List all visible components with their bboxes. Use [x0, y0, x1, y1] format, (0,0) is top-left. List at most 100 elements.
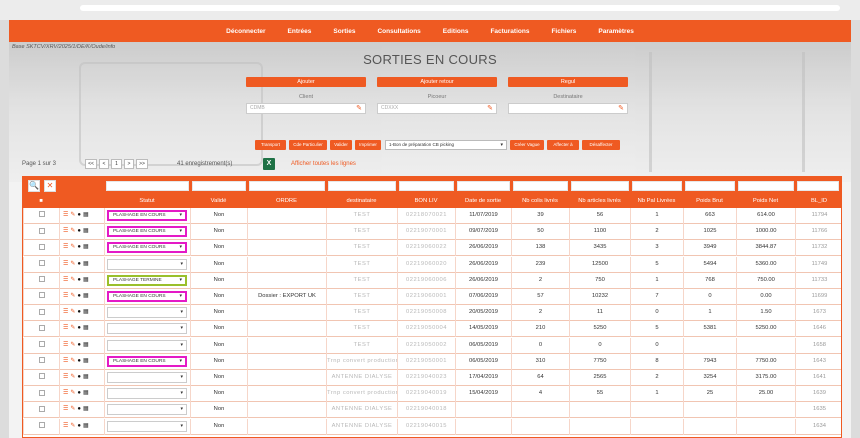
table-row[interactable]: ☰ ✎ ● ▦ ▾ Non Trnp convert production 022190400… — [23, 386, 841, 403]
edit-icon[interactable]: ✎ — [70, 370, 75, 385]
row-checkbox[interactable] — [38, 422, 45, 429]
grid-icon[interactable]: ▦ — [83, 305, 89, 320]
table-row[interactable]: ☰ ✎ ● ▦ PLASHAGE EN COURS ▾ Non Trnp convert pr… — [23, 353, 841, 370]
prev-page-button[interactable]: < — [99, 159, 109, 169]
edit-icon[interactable]: ✎ — [70, 240, 75, 255]
nav-sorties[interactable]: Sorties — [322, 28, 366, 35]
row-checkbox[interactable] — [38, 357, 45, 364]
info-icon[interactable]: ● — [77, 321, 81, 336]
search-icon[interactable]: 🔍 — [28, 180, 40, 192]
list-icon[interactable]: ☰ — [63, 354, 68, 369]
pencil-icon[interactable]: ✎ — [487, 105, 493, 113]
grid-icon[interactable]: ▦ — [83, 386, 89, 401]
info-icon[interactable]: ● — [77, 224, 81, 239]
next-page-button[interactable]: > — [124, 159, 134, 169]
list-icon[interactable]: ☰ — [63, 386, 68, 401]
first-page-button[interactable]: << — [85, 159, 97, 169]
edit-icon[interactable]: ✎ — [70, 289, 75, 304]
statut-select[interactable]: ▾ — [107, 323, 187, 335]
filter-colis-input[interactable] — [513, 181, 568, 191]
list-icon[interactable]: ☰ — [63, 224, 68, 239]
filter-destinataire-input[interactable] — [328, 181, 396, 191]
header-valide[interactable]: Validé — [190, 195, 247, 208]
grid-icon[interactable]: ▦ — [83, 224, 89, 239]
list-icon[interactable]: ☰ — [63, 273, 68, 288]
filter-net-input[interactable] — [738, 181, 794, 191]
grid-icon[interactable]: ▦ — [83, 321, 89, 336]
nav-entrees[interactable]: Entrées — [277, 28, 323, 35]
grid-icon[interactable]: ▦ — [83, 370, 89, 385]
statut-select[interactable]: ▾ — [107, 307, 187, 319]
filter-ordre-input[interactable] — [249, 181, 325, 191]
statut-select[interactable]: PLASHAGE EN COURS ▾ — [107, 226, 187, 238]
row-checkbox[interactable] — [38, 227, 45, 234]
statut-select[interactable]: PLASHAGE EN COURS ▾ — [107, 355, 187, 367]
info-icon[interactable]: ● — [77, 402, 81, 417]
nav-fichiers[interactable]: Fichiers — [540, 28, 587, 35]
header-blid[interactable]: BL_ID — [795, 195, 841, 208]
list-icon[interactable]: ☰ — [63, 257, 68, 272]
page-number-input[interactable]: 1 — [111, 159, 122, 169]
nav-editions[interactable]: Editions — [432, 28, 480, 35]
creer-vague-button[interactable]: Créer Vague — [510, 140, 544, 150]
edit-icon[interactable]: ✎ — [70, 321, 75, 336]
header-statut[interactable]: Statut — [104, 195, 190, 208]
grid-icon[interactable]: ▦ — [83, 240, 89, 255]
statut-select[interactable]: PLASHAGE EN COURS ▾ — [107, 291, 187, 302]
grid-icon[interactable]: ▦ — [83, 402, 89, 417]
header-date[interactable]: Date de sortie — [455, 195, 511, 208]
header-select-all[interactable]: ■ — [23, 195, 59, 208]
destinataire-input[interactable]: ✎ — [508, 103, 628, 114]
affecter-button[interactable]: Affecter à — [547, 140, 579, 150]
header-colis[interactable]: Nb colis livrés — [511, 195, 569, 208]
close-icon[interactable]: ✕ — [44, 180, 56, 192]
row-checkbox[interactable] — [38, 341, 45, 348]
pencil-icon[interactable]: ✎ — [618, 105, 624, 113]
edit-icon[interactable]: ✎ — [70, 338, 75, 353]
filter-date-input[interactable] — [457, 181, 510, 191]
statut-select[interactable]: ▾ — [107, 339, 187, 351]
table-row[interactable]: ☰ ✎ ● ▦ ▾ Non TEST 02219050004 14/05/2019 210 5250… — [23, 321, 841, 338]
edit-icon[interactable]: ✎ — [70, 257, 75, 272]
row-checkbox[interactable] — [38, 373, 45, 380]
filter-valide-input[interactable] — [192, 181, 246, 191]
row-checkbox[interactable] — [38, 405, 45, 412]
info-icon[interactable]: ● — [77, 305, 81, 320]
picoeur-input[interactable]: CDXXX ✎ — [377, 103, 497, 114]
statut-select[interactable]: ▾ — [107, 258, 187, 270]
header-pal[interactable]: Nb Pal Livrées — [630, 195, 683, 208]
row-checkbox[interactable] — [38, 243, 45, 250]
ajouter-button[interactable]: Ajouter — [246, 77, 366, 87]
nav-consultations[interactable]: Consultations — [366, 28, 431, 35]
statut-select[interactable]: ▾ — [107, 420, 187, 432]
filter-blid-input[interactable] — [797, 181, 839, 191]
excel-icon[interactable]: X — [263, 158, 275, 170]
row-checkbox[interactable] — [38, 389, 45, 396]
list-icon[interactable]: ☰ — [63, 338, 68, 353]
info-icon[interactable]: ● — [77, 338, 81, 353]
list-icon[interactable]: ☰ — [63, 240, 68, 255]
table-row[interactable]: ☰ ✎ ● ▦ ▾ Non TEST 02219050002 06/05/2019 0 0 0 1658 — [23, 337, 841, 354]
row-checkbox[interactable] — [38, 308, 45, 315]
filter-brut-input[interactable] — [685, 181, 735, 191]
grid-icon[interactable]: ▦ — [83, 208, 89, 223]
statut-select[interactable]: PLASHAGE EN COURS ▾ — [107, 242, 187, 254]
row-checkbox[interactable] — [38, 292, 45, 299]
edit-icon[interactable]: ✎ — [70, 402, 75, 417]
row-checkbox[interactable] — [38, 211, 45, 218]
address-bar[interactable] — [80, 5, 840, 11]
info-icon[interactable]: ● — [77, 354, 81, 369]
grid-icon[interactable]: ▦ — [83, 273, 89, 288]
table-row[interactable]: ☰ ✎ ● ▦ PLASHAGE EN COURS ▾ Non TEST 02219070001… — [23, 224, 841, 241]
info-icon[interactable]: ● — [77, 370, 81, 385]
header-brut[interactable]: Poids Brut — [683, 195, 736, 208]
filter-articles-input[interactable] — [571, 181, 629, 191]
edit-icon[interactable]: ✎ — [70, 305, 75, 320]
info-icon[interactable]: ● — [77, 257, 81, 272]
ajouter-retour-button[interactable]: Ajouter retour — [377, 77, 497, 87]
list-icon[interactable]: ☰ — [63, 370, 68, 385]
pencil-icon[interactable]: ✎ — [356, 105, 362, 113]
grid-icon[interactable]: ▦ — [83, 257, 89, 272]
grid-icon[interactable]: ▦ — [83, 289, 89, 304]
info-icon[interactable]: ● — [77, 273, 81, 288]
